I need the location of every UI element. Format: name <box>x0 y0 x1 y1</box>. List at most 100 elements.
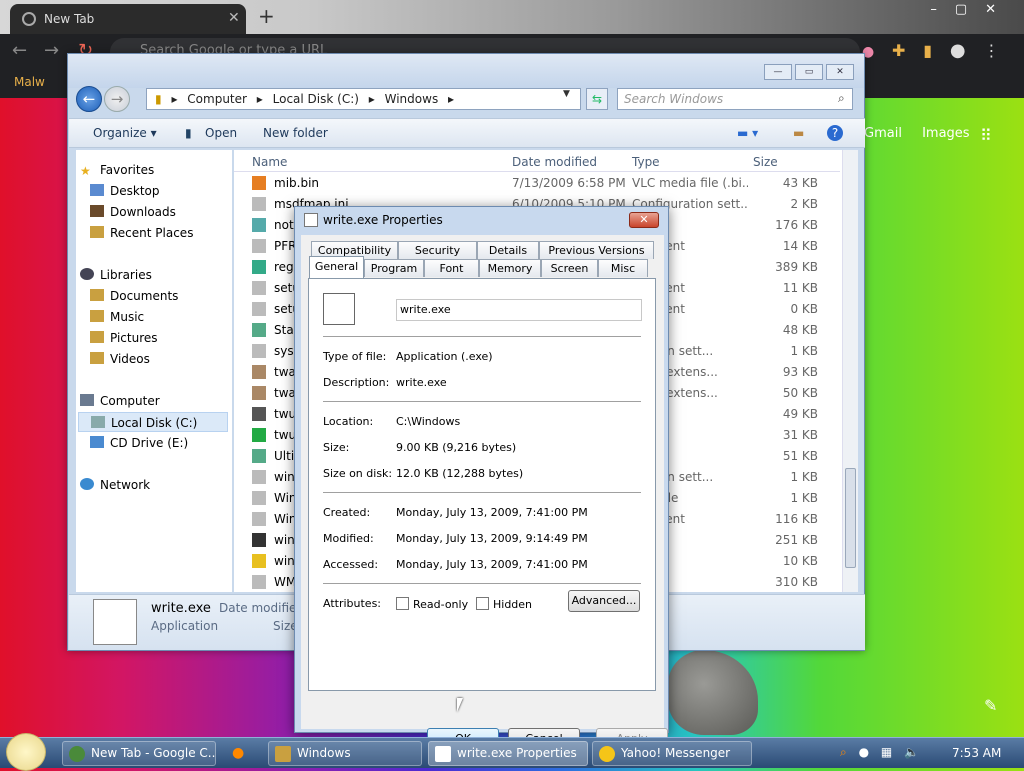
file-size: 116 KB <box>775 512 818 526</box>
tab-font[interactable]: Font <box>424 259 479 277</box>
scrollbar-thumb[interactable] <box>845 468 856 568</box>
gmail-link[interactable]: Gmail <box>864 126 902 141</box>
chrome-tab[interactable]: New Tab ✕ <box>10 4 246 34</box>
taskbar-item-properties[interactable]: write.exe Properties <box>428 741 588 766</box>
attributes-label: Attributes: <box>323 597 382 610</box>
start-button[interactable] <box>6 733 46 771</box>
taskbar-item-chrome[interactable]: New Tab - Google C... <box>62 741 216 766</box>
table-row[interactable]: mib.bin 7/13/2009 6:58 PM VLC media file (… <box>234 173 840 194</box>
chevron-down-icon[interactable]: ▼ <box>563 89 570 99</box>
file-size: 251 KB <box>775 533 818 547</box>
address-bar[interactable]: ▮ ▸ Computer ▸ Local Disk (C:) ▸ Windows… <box>146 88 581 110</box>
nav-downloads[interactable]: Downloads <box>90 202 240 222</box>
breadcrumb-windows[interactable]: Windows <box>385 92 439 106</box>
properties-dialog: write.exe Properties ✕ Compatibility Sec… <box>294 206 669 749</box>
nav-recent-places[interactable]: Recent Places <box>90 223 240 243</box>
column-date-modified[interactable]: Date modified <box>512 155 597 169</box>
nav-network[interactable]: Network <box>80 475 230 495</box>
mouse-cursor-icon <box>457 698 463 712</box>
column-name[interactable]: Name <box>252 155 287 169</box>
file-date: 7/13/2009 6:58 PM <box>512 176 626 190</box>
tab-previous-versions[interactable]: Previous Versions <box>539 241 654 259</box>
file-icon <box>252 323 266 337</box>
search-icon[interactable]: ⌕ <box>838 91 845 106</box>
pencil-icon[interactable]: ✎ <box>984 696 997 715</box>
firefox-icon[interactable]: ● <box>232 745 244 761</box>
back-button[interactable]: ← <box>76 86 102 112</box>
preview-pane-icon[interactable]: ▬ <box>793 126 804 140</box>
advanced-button[interactable]: Advanced... <box>568 590 640 612</box>
close-icon[interactable]: ✕ <box>826 64 854 80</box>
nav-local-disk[interactable]: Local Disk (C:) <box>78 412 228 432</box>
file-size: 93 KB <box>782 365 818 379</box>
forward-button[interactable]: → <box>104 86 130 112</box>
file-list-header: Name Date modified Type Size <box>234 150 840 172</box>
view-icon[interactable]: ▬ ▾ <box>737 126 758 140</box>
nav-music[interactable]: Music <box>90 307 240 327</box>
taskbar-item-windows[interactable]: Windows <box>268 741 422 766</box>
minimize-icon[interactable]: — <box>764 64 792 80</box>
nav-desktop[interactable]: Desktop <box>90 181 240 201</box>
organize-button[interactable]: Organize ▾ <box>93 126 157 140</box>
readonly-label[interactable]: Read-only <box>413 598 468 611</box>
menu-icon[interactable]: ⋮ <box>983 41 999 60</box>
clock[interactable]: 7:53 AM <box>952 746 1001 760</box>
nav-pictures[interactable]: Pictures <box>90 328 240 348</box>
breadcrumb-computer[interactable]: Computer <box>187 92 247 106</box>
breadcrumb-local-disk[interactable]: Local Disk (C:) <box>273 92 359 106</box>
created-value: Monday, July 13, 2009, 7:41:00 PM <box>396 506 588 519</box>
nav-cd-drive[interactable]: CD Drive (E:) <box>90 433 240 453</box>
help-icon[interactable]: ? <box>827 125 843 141</box>
back-arrow-icon[interactable]: ← <box>12 40 27 61</box>
nav-computer[interactable]: Computer <box>80 391 230 411</box>
close-button[interactable]: ✕ <box>629 212 659 228</box>
taskbar-item-yahoo[interactable]: Yahoo! Messenger <box>592 741 752 766</box>
forward-arrow-icon[interactable]: → <box>44 40 59 61</box>
tray-icon[interactable]: ● <box>859 745 869 759</box>
network-icon[interactable]: ▦ <box>881 745 892 759</box>
tab-program[interactable]: Program <box>364 259 424 277</box>
nav-videos[interactable]: Videos <box>90 349 240 369</box>
search-icon[interactable]: ⌕ <box>840 745 847 759</box>
new-tab-icon[interactable]: + <box>258 4 275 28</box>
nav-documents[interactable]: Documents <box>90 286 240 306</box>
breadcrumb-sep: ▸ <box>448 92 455 106</box>
filename-field[interactable]: write.exe <box>396 299 642 321</box>
file-size: 2 KB <box>790 197 818 211</box>
libraries-icon <box>80 268 94 280</box>
tab-details[interactable]: Details <box>477 241 539 259</box>
sidebar-icon[interactable]: ▮ <box>923 41 932 60</box>
readonly-checkbox[interactable] <box>396 597 409 610</box>
hidden-checkbox[interactable] <box>476 597 489 610</box>
tab-memory[interactable]: Memory <box>479 259 541 277</box>
bookmark-item[interactable]: Malw <box>14 75 45 89</box>
file-icon <box>252 176 266 190</box>
hidden-label[interactable]: Hidden <box>493 598 532 611</box>
open-button[interactable]: Open <box>205 126 237 140</box>
star-icon: ★ <box>80 164 91 178</box>
close-icon[interactable]: ✕ <box>228 10 240 26</box>
avatar-icon[interactable]: ● <box>950 40 966 61</box>
puzzle-icon[interactable]: ✚ <box>892 41 905 60</box>
network-icon <box>80 478 94 490</box>
tab-screen[interactable]: Screen <box>541 259 598 277</box>
apps-grid-icon[interactable]: ⠿ <box>980 126 992 145</box>
tab-security[interactable]: Security <box>398 241 477 259</box>
column-size[interactable]: Size <box>753 155 778 169</box>
music-icon <box>90 310 104 322</box>
file-size: 10 KB <box>782 554 818 568</box>
maximize-icon[interactable]: ▭ <box>795 64 823 80</box>
images-link[interactable]: Images <box>922 126 970 141</box>
volume-icon[interactable]: 🔈 <box>904 745 919 759</box>
nav-libraries[interactable]: Libraries <box>80 265 230 285</box>
file-list-scrollbar[interactable] <box>842 150 858 592</box>
window-controls-icon[interactable]: –▢✕ <box>930 2 1014 17</box>
divider <box>323 336 641 337</box>
tab-general[interactable]: General <box>309 256 364 278</box>
tab-misc[interactable]: Misc <box>598 259 648 277</box>
column-type[interactable]: Type <box>632 155 660 169</box>
search-input[interactable]: Search Windows <box>617 88 853 110</box>
new-folder-button[interactable]: New folder <box>263 126 328 140</box>
refresh-button[interactable]: ⇆ <box>586 88 608 110</box>
nav-favorites[interactable]: ★ Favorites <box>80 160 230 180</box>
